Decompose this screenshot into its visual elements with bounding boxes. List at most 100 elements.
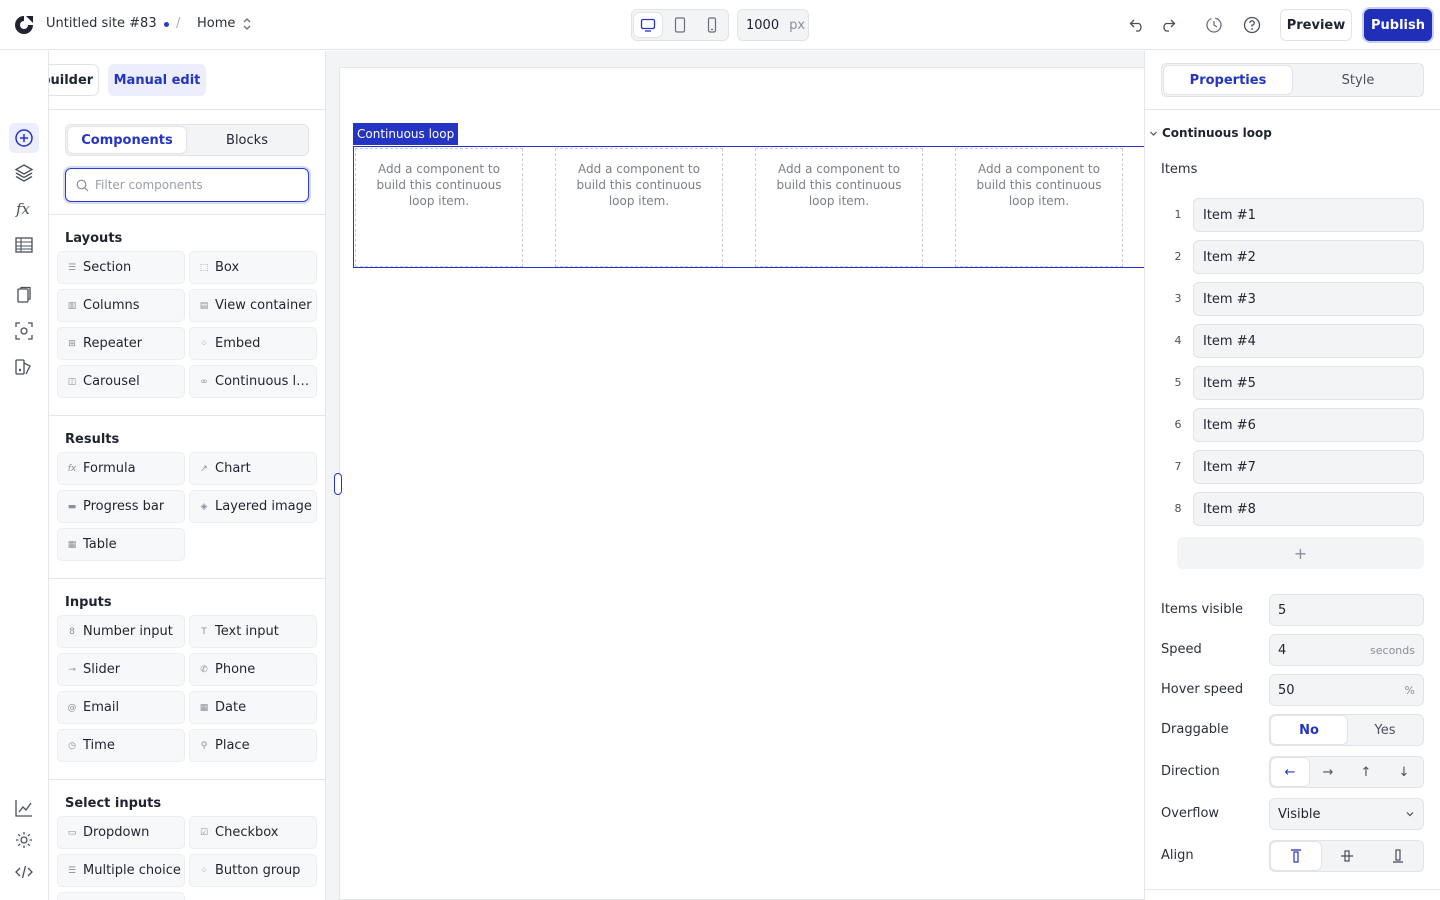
component-embed[interactable]: ⁘ Embed <box>189 327 317 360</box>
continuous-loop-section-header[interactable]: Continuous loop <box>1149 126 1272 140</box>
overflow-select[interactable]: Visible <box>1269 798 1424 830</box>
filter-components-input[interactable] <box>95 178 295 192</box>
tab-style[interactable]: Style <box>1294 66 1422 94</box>
left-icon-rail: fx <box>0 51 49 900</box>
align-bottom-button[interactable] <box>1373 842 1423 870</box>
add-item-button[interactable]: + <box>1177 537 1424 569</box>
help-button[interactable] <box>1242 15 1262 35</box>
view-container-icon: ▤ <box>199 300 209 311</box>
redo-button[interactable] <box>1158 15 1178 35</box>
preview-button[interactable]: Preview <box>1280 9 1352 41</box>
component-dropdown[interactable]: ▭ Dropdown <box>57 816 185 849</box>
component-phone[interactable]: ✆ Phone <box>189 653 317 686</box>
desktop-view-button[interactable] <box>634 13 662 37</box>
rail-add-components[interactable] <box>9 123 39 153</box>
divider <box>49 415 325 416</box>
table-icon <box>15 237 33 253</box>
undo-button[interactable] <box>1127 15 1147 35</box>
rail-pages[interactable] <box>9 280 39 310</box>
mode-switch-row: AI builder Manual edit <box>49 51 325 110</box>
loop-item[interactable]: Add a component to build this continuous… <box>355 148 523 267</box>
continuous-loop-frame[interactable]: Add a component to build this continuous… <box>353 146 1144 268</box>
tab-components[interactable]: Components <box>68 127 186 153</box>
manual-edit-button[interactable]: Manual edit <box>108 64 206 96</box>
component-formula[interactable]: fx Formula <box>57 452 185 485</box>
component-date[interactable]: ▦ Date <box>189 691 317 724</box>
page-selector[interactable]: Home <box>197 16 251 31</box>
columns-icon: ▥ <box>67 300 77 311</box>
component-chart[interactable]: ↗ Chart <box>189 452 317 485</box>
component-view-container[interactable]: ▤ View container <box>189 289 317 322</box>
component-number-input[interactable]: 8 Number input <box>57 615 185 648</box>
tablet-view-button[interactable] <box>666 13 694 37</box>
draggable-yes-option[interactable]: Yes <box>1347 716 1423 744</box>
align-top-button[interactable] <box>1271 842 1321 870</box>
component-checkbox[interactable]: ☑ Checkbox <box>189 816 317 849</box>
loop-item[interactable]: Add a component to build this continuous… <box>955 148 1123 267</box>
component-carousel[interactable]: ◫ Carousel <box>57 365 185 398</box>
speed-input[interactable]: 4 seconds <box>1269 634 1424 666</box>
item-field[interactable]: Item #2 <box>1193 240 1424 274</box>
rail-layers[interactable] <box>9 158 39 188</box>
component-layered-image[interactable]: ◈ Layered image <box>189 490 317 523</box>
component-button-group[interactable]: ⁘ Button group <box>189 854 317 887</box>
loop-item[interactable]: Add a component to build this continuous… <box>755 148 923 267</box>
tab-blocks[interactable]: Blocks <box>188 127 306 153</box>
item-field[interactable]: Item #6 <box>1193 408 1424 442</box>
redo-icon <box>1163 19 1176 32</box>
align-center-button[interactable] <box>1322 842 1372 870</box>
component-continuous-loop[interactable]: ∞ Continuous loop <box>189 365 317 398</box>
tab-properties[interactable]: Properties <box>1164 66 1292 94</box>
component-time[interactable]: ◷ Time <box>57 729 185 762</box>
item-number: 3 <box>1174 292 1182 305</box>
direction-down-icon[interactable]: ↓ <box>1385 758 1423 786</box>
component-multiple-choice[interactable]: ☰ Multiple choice <box>57 854 185 887</box>
item-field[interactable]: Item #5 <box>1193 366 1424 400</box>
history-button[interactable] <box>1204 15 1224 35</box>
component-progress-bar[interactable]: ▬ Progress bar <box>57 490 185 523</box>
component-place[interactable]: ⚲ Place <box>189 729 317 762</box>
item-field[interactable]: Item #8 <box>1193 492 1424 526</box>
rail-formulas[interactable]: fx <box>9 194 39 224</box>
mobile-view-button[interactable] <box>698 13 726 37</box>
selected-element-tag[interactable]: Continuous loop <box>353 123 459 145</box>
rail-code[interactable] <box>9 857 39 887</box>
canvas-resize-handle[interactable] <box>334 473 342 495</box>
item-field[interactable]: Item #1 <box>1193 198 1424 232</box>
item-number: 1 <box>1174 208 1182 221</box>
direction-left-icon[interactable]: ← <box>1271 758 1309 786</box>
divider <box>1145 109 1440 110</box>
app-logo-icon[interactable] <box>13 14 35 36</box>
hover-speed-input[interactable]: 50% <box>1269 674 1424 706</box>
component-text-input[interactable]: T Text input <box>189 615 317 648</box>
map-pin-icon: ⚲ <box>200 740 208 751</box>
direction-up-icon[interactable]: ↑ <box>1347 758 1385 786</box>
component-slider[interactable]: ⊸ Slider <box>57 653 185 686</box>
rail-analytics[interactable] <box>9 793 39 823</box>
component-section[interactable]: ☰ Section <box>57 251 185 284</box>
component-columns[interactable]: ▥ Columns <box>57 289 185 322</box>
direction-right-icon[interactable]: → <box>1309 758 1347 786</box>
component-box[interactable]: ⬚ Box <box>189 251 317 284</box>
publish-button[interactable]: Publish <box>1364 9 1432 41</box>
loop-item[interactable]: Add a component to build this continuous… <box>555 148 723 267</box>
component-more[interactable] <box>57 892 185 900</box>
item-field[interactable]: Item #4 <box>1193 324 1424 358</box>
item-field[interactable]: Item #3 <box>1193 282 1424 316</box>
rail-settings[interactable] <box>9 825 39 855</box>
draggable-no-option[interactable]: No <box>1271 716 1347 744</box>
items-visible-input[interactable]: 5 <box>1269 594 1424 626</box>
filter-components-field[interactable] <box>65 168 309 202</box>
component-repeater[interactable]: ⊞ Repeater <box>57 327 185 360</box>
component-table[interactable]: ▦ Table <box>57 528 185 561</box>
canvas-width-input[interactable]: 1000 px <box>737 9 809 41</box>
rail-assets[interactable] <box>9 316 39 346</box>
site-name[interactable]: Untitled site #83 <box>46 16 157 31</box>
divider <box>49 214 325 215</box>
rail-theme[interactable] <box>9 352 39 382</box>
ai-builder-button[interactable]: AI builder <box>49 64 99 96</box>
item-field[interactable]: Item #7 <box>1193 450 1424 484</box>
divider <box>1145 889 1440 890</box>
rail-data-table[interactable] <box>9 230 39 260</box>
component-email[interactable]: @ Email <box>57 691 185 724</box>
